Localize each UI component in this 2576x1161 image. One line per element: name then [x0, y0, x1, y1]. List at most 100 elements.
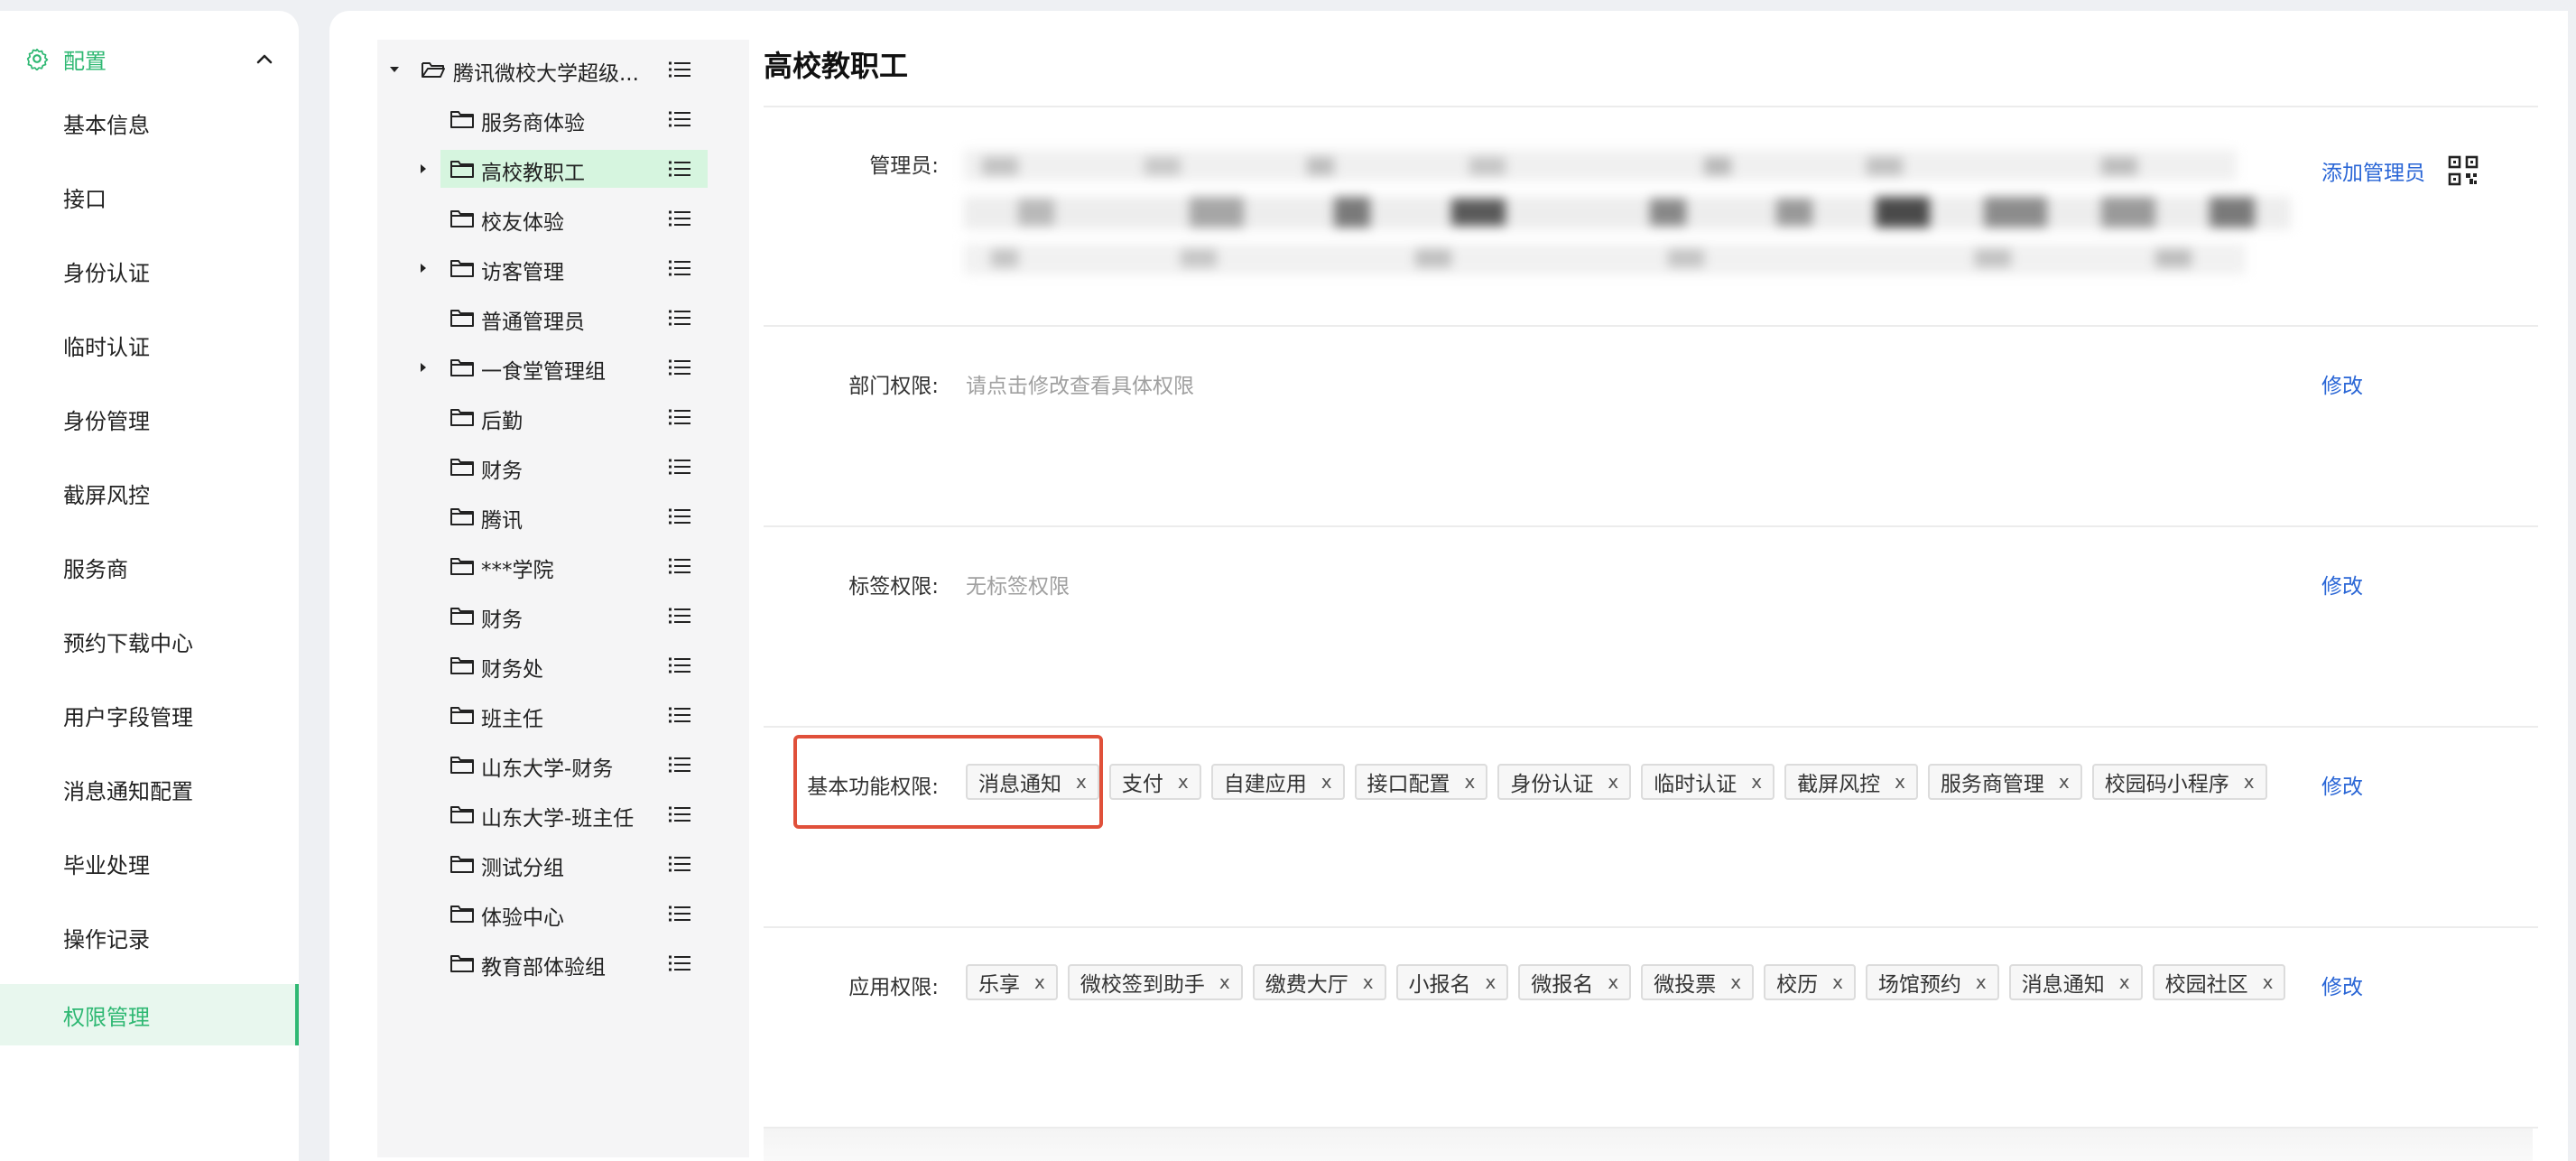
sidebar-item-notification-config[interactable]: 消息通知配置: [0, 758, 299, 820]
sidebar-item-label: 截屏风控: [63, 482, 150, 508]
chevron-up-icon[interactable]: [255, 51, 274, 67]
edit-basic-perm-link[interactable]: 修改: [2321, 769, 2363, 800]
list-menu-icon[interactable]: [668, 209, 691, 228]
tree-node-label[interactable]: 财务: [481, 453, 523, 484]
caret-right-icon[interactable]: [417, 163, 430, 175]
list-menu-icon[interactable]: [668, 953, 691, 973]
tag-close-icon[interactable]: x: [1751, 771, 1762, 793]
tree-node-label[interactable]: 服务商体验: [481, 106, 585, 136]
edit-tag-perm-link[interactable]: 修改: [2321, 569, 2363, 599]
permission-tag: 消息通知 x: [2008, 964, 2143, 1000]
list-menu-icon[interactable]: [668, 407, 691, 427]
folder-icon: [450, 657, 474, 674]
folder-icon: [450, 310, 474, 327]
tag-close-icon[interactable]: x: [2059, 771, 2070, 793]
permission-tag: 支付 x: [1108, 764, 1201, 800]
tag-close-icon[interactable]: x: [1608, 971, 1618, 993]
sidebar-group-config[interactable]: 配置: [0, 27, 299, 90]
sidebar-item-identity-auth[interactable]: 身份认证: [0, 240, 299, 302]
sidebar-item-basic-info[interactable]: 基本信息: [0, 92, 299, 153]
tree-node-label[interactable]: 访客管理: [481, 255, 564, 285]
tag-label: 乐享: [978, 973, 1020, 997]
list-menu-icon[interactable]: [668, 606, 691, 626]
tree-node-label[interactable]: 山东大学-财务: [481, 751, 613, 782]
tag-close-icon[interactable]: x: [1363, 971, 1374, 993]
list-menu-icon[interactable]: [668, 60, 691, 79]
tree-node-label[interactable]: 校友体验: [481, 205, 564, 236]
edit-app-perm-link[interactable]: 修改: [2321, 970, 2363, 1000]
tag-close-icon[interactable]: x: [1730, 971, 1741, 993]
tag-close-icon[interactable]: x: [1486, 971, 1496, 993]
caret-down-icon[interactable]: [388, 63, 401, 76]
tree-node-label[interactable]: 腾讯: [481, 503, 523, 534]
divider: [764, 106, 2538, 107]
caret-right-icon[interactable]: [417, 262, 430, 274]
basic-perm-tags: 消息通知 x 支付 x 自建应用 x 接口配置 x 身份认证 x 临时认证 x 截屏风控 x 服务商管理 x 校…: [966, 764, 2267, 800]
folder-icon: [450, 161, 474, 178]
tag-label: 消息通知: [2021, 973, 2105, 997]
list-menu-icon[interactable]: [668, 904, 691, 924]
tag-close-icon[interactable]: x: [1832, 971, 1843, 993]
sidebar-item-screenshot-risk[interactable]: 截屏风控: [0, 462, 299, 524]
list-menu-icon[interactable]: [668, 755, 691, 775]
tree-node-label[interactable]: 财务: [481, 602, 523, 633]
list-menu-icon[interactable]: [668, 258, 691, 278]
folder-icon: [450, 806, 474, 823]
tree-node-label[interactable]: ***学院: [481, 553, 554, 583]
tag-close-icon[interactable]: x: [2244, 771, 2255, 793]
tag-close-icon[interactable]: x: [2263, 971, 2274, 993]
list-menu-icon[interactable]: [668, 358, 691, 377]
tag-close-icon[interactable]: x: [1178, 771, 1189, 793]
permission-tag: 校园社区 x: [2152, 964, 2286, 1000]
list-menu-icon[interactable]: [668, 804, 691, 824]
sidebar-item-label: 毕业处理: [63, 852, 150, 878]
tag-close-icon[interactable]: x: [1321, 771, 1332, 793]
caret-right-icon[interactable]: [417, 361, 430, 374]
list-menu-icon[interactable]: [668, 506, 691, 526]
tree-node-label[interactable]: 测试分组: [481, 850, 564, 881]
sidebar-item-graduation[interactable]: 毕业处理: [0, 832, 299, 894]
qr-code-icon[interactable]: [2448, 155, 2479, 186]
edit-dept-perm-link[interactable]: 修改: [2321, 368, 2363, 399]
tree-node-label[interactable]: 班主任: [481, 701, 543, 732]
folder-icon: [450, 260, 474, 277]
sidebar-item-user-fields[interactable]: 用户字段管理: [0, 684, 299, 746]
sidebar-item-label: 身份认证: [63, 260, 150, 286]
tag-close-icon[interactable]: x: [1976, 971, 1987, 993]
list-menu-icon[interactable]: [668, 457, 691, 477]
sidebar-item-api[interactable]: 接口: [0, 166, 299, 228]
sidebar-item-temp-auth[interactable]: 临时认证: [0, 314, 299, 376]
permission-tag: 校历 x: [1764, 964, 1856, 1000]
tree-root-label[interactable]: 腾讯微校大学超级...: [453, 56, 639, 87]
page-title: 高校教职工: [764, 49, 909, 83]
list-menu-icon[interactable]: [668, 109, 691, 129]
tag-close-icon[interactable]: x: [1895, 771, 1905, 793]
dept-perm-placeholder: 请点击修改查看具体权限: [966, 375, 1194, 398]
list-menu-icon[interactable]: [668, 655, 691, 675]
tree-node-label[interactable]: 体验中心: [481, 900, 564, 931]
sidebar-item-provider[interactable]: 服务商: [0, 536, 299, 598]
sidebar-item-identity-manage[interactable]: 身份管理: [0, 388, 299, 450]
sidebar-item-download-center[interactable]: 预约下载中心: [0, 610, 299, 672]
tag-close-icon[interactable]: x: [2119, 971, 2130, 993]
tree-node-label[interactable]: 山东大学-班主任: [481, 801, 634, 831]
sidebar-item-operation-log[interactable]: 操作记录: [0, 906, 299, 968]
list-menu-icon[interactable]: [668, 705, 691, 725]
tree-node-label[interactable]: 高校教职工: [481, 155, 585, 186]
tag-close-icon[interactable]: x: [1608, 771, 1618, 793]
tree-node-label[interactable]: 财务处: [481, 652, 543, 683]
list-menu-icon[interactable]: [668, 556, 691, 576]
folder-icon: [450, 707, 474, 724]
tree-node-label[interactable]: 教育部体验组: [481, 950, 606, 980]
tree-node-label[interactable]: 后勤: [481, 404, 523, 434]
tag-close-icon[interactable]: x: [1034, 971, 1045, 993]
tag-close-icon[interactable]: x: [1219, 971, 1230, 993]
add-admin-link[interactable]: 添加管理员: [2321, 155, 2425, 186]
list-menu-icon[interactable]: [668, 854, 691, 874]
tag-close-icon[interactable]: x: [1465, 771, 1476, 793]
tree-node-label[interactable]: 普通管理员: [481, 304, 585, 335]
list-menu-icon[interactable]: [668, 308, 691, 328]
sidebar-item-permissions[interactable]: 权限管理: [0, 984, 299, 1045]
tree-node-label[interactable]: 一食堂管理组: [481, 354, 606, 385]
list-menu-icon[interactable]: [668, 159, 691, 179]
